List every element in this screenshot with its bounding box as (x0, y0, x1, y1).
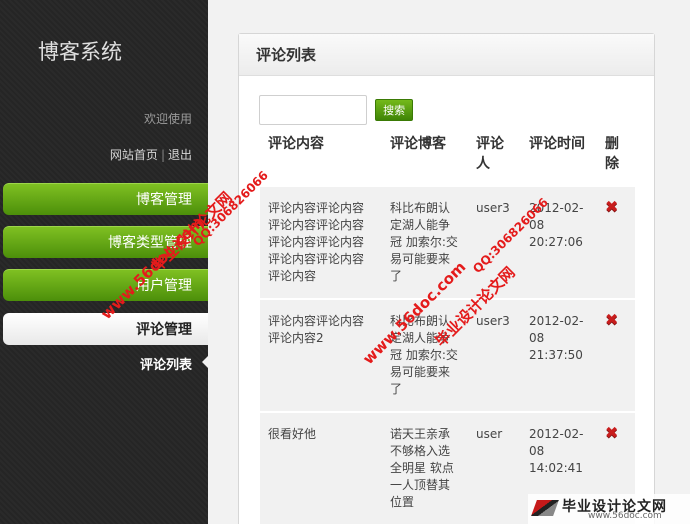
user-links: 网站首页 | 退出 (110, 146, 192, 163)
comment-content: 很看好他 (260, 411, 382, 524)
nav-blog-type-manage[interactable]: 博客类型管理 (3, 226, 208, 258)
comment-user: user (468, 411, 521, 524)
comment-time: 2012-02-08 21:37:50 (521, 298, 597, 412)
table-header-row: 评论内容 评论博客 评论人 评论时间 删除 (260, 130, 635, 186)
nav-comment-list[interactable]: 评论列表 (140, 354, 192, 373)
search-button[interactable]: 搜索 (375, 99, 414, 121)
col-header-content: 评论内容 (268, 136, 324, 152)
delete-icon[interactable]: ✖ (605, 312, 618, 328)
search-input[interactable] (259, 95, 367, 125)
sidebar: 博客系统 欢迎使用 网站首页 | 退出 博客管理 博客类型管理 用户管理 评论管理 … (0, 0, 208, 524)
nav-blog-manage[interactable]: 博客管理 (3, 183, 208, 215)
home-link[interactable]: 网站首页 (110, 148, 158, 162)
comment-blog: 科比布朗认定湖人能争冠 加索尔:交易可能要来了 (382, 298, 468, 412)
watermark-logo: 毕业设计论文网 www.56doc.com (528, 494, 690, 524)
comments-table: 评论内容 评论博客 评论人 评论时间 删除 评论内容评论内容评论内容评论内容评论… (260, 130, 635, 524)
col-header-delete: 删除 (605, 136, 619, 172)
comment-time: 2012-02-08 20:27:06 (521, 185, 597, 299)
comment-list-panel: 评论列表 搜索 评论内容 评论博客 评论人 评论时间 删除 评论内容评论内容评论… (238, 33, 655, 524)
comment-user: user3 (468, 185, 521, 299)
active-pointer-icon (202, 356, 208, 368)
comment-blog: 科比布朗认定湖人能争冠 加索尔:交易可能要来了 (382, 185, 468, 299)
table-row: 评论内容评论内容评论内容2 科比布朗认定湖人能争冠 加索尔:交易可能要来了 us… (260, 298, 635, 412)
app-title: 博客系统 (38, 40, 122, 64)
comment-user: user3 (468, 298, 521, 412)
table-row: 评论内容评论内容评论内容评论内容评论内容评论内容评论内容评论内容评论内容 科比布… (260, 185, 635, 299)
comment-blog: 诺天王亲承不够格入选全明星 软点一人顶替其位置 (382, 411, 468, 524)
delete-icon[interactable]: ✖ (605, 199, 618, 215)
comment-content: 评论内容评论内容评论内容2 (260, 298, 382, 412)
link-separator: | (160, 148, 165, 162)
watermark-logo-url: www.56doc.com (588, 511, 662, 521)
col-header-blog: 评论博客 (390, 136, 446, 152)
pen-logo-icon (531, 500, 559, 516)
col-header-time: 评论时间 (529, 136, 585, 152)
welcome-text: 欢迎使用 (143, 112, 192, 126)
delete-icon[interactable]: ✖ (605, 425, 618, 441)
nav-comment-manage[interactable]: 评论管理 (3, 313, 208, 345)
logout-link[interactable]: 退出 (168, 148, 192, 162)
col-header-user: 评论人 (476, 136, 504, 172)
comment-content: 评论内容评论内容评论内容评论内容评论内容评论内容评论内容评论内容评论内容 (260, 185, 382, 299)
search-bar: 搜索 (259, 95, 414, 125)
panel-title: 评论列表 (239, 34, 654, 76)
nav-user-manage[interactable]: 用户管理 (3, 269, 208, 301)
